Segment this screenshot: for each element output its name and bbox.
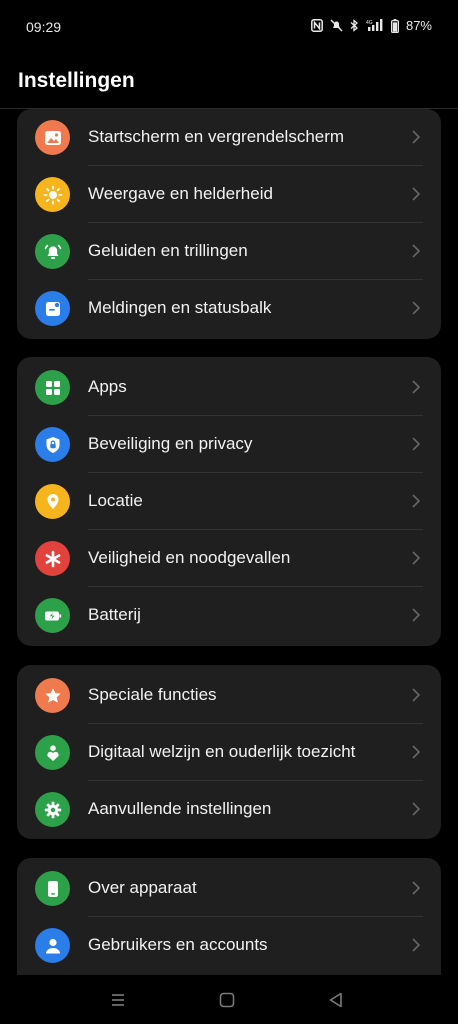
setting-geluiden[interactable]: Geluiden en trillingen <box>17 223 441 280</box>
setting-over-apparaat[interactable]: Over apparaat <box>17 860 441 917</box>
signal-4g-icon: 4G <box>366 19 383 31</box>
wellbeing-icon <box>35 735 70 770</box>
status-bar: 09:29 4G 87% <box>0 0 458 56</box>
setting-weergave[interactable]: Weergave en helderheid <box>17 166 441 223</box>
page-title: Instellingen <box>18 69 135 92</box>
chevron-right-icon <box>412 244 421 258</box>
image-icon <box>35 120 70 155</box>
chevron-right-icon <box>412 301 421 315</box>
asterisk-icon <box>35 541 70 576</box>
setting-gebruikers-accounts[interactable]: Gebruikers en accounts <box>17 917 441 974</box>
settings-group: Startscherm en vergrendelscherm Weergave… <box>17 109 441 339</box>
chevron-right-icon <box>412 130 421 144</box>
chevron-right-icon <box>412 187 421 201</box>
settings-group: Apps Beveiliging en privacy Locatie Veil… <box>17 357 441 646</box>
setting-aanvullende-instellingen[interactable]: Aanvullende instellingen <box>17 781 441 838</box>
setting-digitaal-welzijn[interactable]: Digitaal welzijn en ouderlijk toezicht <box>17 724 441 781</box>
setting-startscherm[interactable]: Startscherm en vergrendelscherm <box>17 109 441 166</box>
settings-list[interactable]: Startscherm en vergrendelscherm Weergave… <box>0 109 458 975</box>
setting-label: Aanvullende instellingen <box>88 799 272 818</box>
shield-lock-icon <box>35 427 70 462</box>
setting-label: Geluiden en trillingen <box>88 241 248 260</box>
setting-beveiliging[interactable]: Beveiliging en privacy <box>17 416 441 473</box>
settings-group: Over apparaat Gebruikers en accounts <box>17 858 441 975</box>
setting-label: Over apparaat <box>88 878 197 897</box>
notification-icon <box>35 291 70 326</box>
gear-icon <box>35 792 70 827</box>
bell-icon <box>35 234 70 269</box>
chevron-right-icon <box>412 938 421 952</box>
battery-icon <box>35 598 70 633</box>
chevron-right-icon <box>412 380 421 394</box>
home-button[interactable] <box>217 990 237 1010</box>
setting-label: Weergave en helderheid <box>88 184 273 203</box>
setting-label: Batterij <box>88 605 141 624</box>
setting-label: Locatie <box>88 491 143 510</box>
mute-icon <box>330 19 343 32</box>
setting-batterij[interactable]: Batterij <box>17 587 441 644</box>
apps-grid-icon <box>35 370 70 405</box>
nfc-icon <box>311 19 323 32</box>
settings-group: Speciale functies Digitaal welzijn en ou… <box>17 665 441 839</box>
chevron-right-icon <box>412 437 421 451</box>
setting-label: Startscherm en vergrendelscherm <box>88 127 345 146</box>
location-pin-icon <box>35 484 70 519</box>
chevron-right-icon <box>412 551 421 565</box>
chevron-right-icon <box>412 745 421 759</box>
status-time: 09:29 <box>26 19 62 35</box>
recent-apps-button[interactable] <box>108 990 128 1010</box>
setting-speciale-functies[interactable]: Speciale functies <box>17 667 441 724</box>
setting-apps[interactable]: Apps <box>17 359 441 416</box>
setting-meldingen[interactable]: Meldingen en statusbalk <box>17 280 441 337</box>
chevron-right-icon <box>412 802 421 816</box>
phone-icon <box>35 871 70 906</box>
bluetooth-icon <box>350 19 358 32</box>
setting-label: Digitaal welzijn en ouderlijk toezicht <box>88 742 356 761</box>
status-icons: 4G 87% <box>311 18 432 33</box>
star-icon <box>35 678 70 713</box>
navigation-bar <box>0 975 458 1024</box>
setting-label: Gebruikers en accounts <box>88 935 268 954</box>
battery-percent: 87% <box>405 18 432 33</box>
chevron-right-icon <box>412 881 421 895</box>
setting-label: Meldingen en statusbalk <box>88 298 272 317</box>
setting-locatie[interactable]: Locatie <box>17 473 441 530</box>
svg-text:4G: 4G <box>366 20 373 26</box>
user-icon <box>35 928 70 963</box>
setting-veiligheid[interactable]: Veiligheid en noodgevallen <box>17 530 441 587</box>
chevron-right-icon <box>412 494 421 508</box>
back-button[interactable] <box>326 990 346 1010</box>
setting-label: Speciale functies <box>88 685 217 704</box>
chevron-right-icon <box>412 688 421 702</box>
setting-label: Veiligheid en noodgevallen <box>88 548 291 567</box>
chevron-right-icon <box>412 608 421 622</box>
battery-status-icon <box>390 18 399 33</box>
setting-label: Beveiliging en privacy <box>88 434 253 453</box>
brightness-icon <box>35 177 70 212</box>
setting-label: Apps <box>88 377 127 396</box>
